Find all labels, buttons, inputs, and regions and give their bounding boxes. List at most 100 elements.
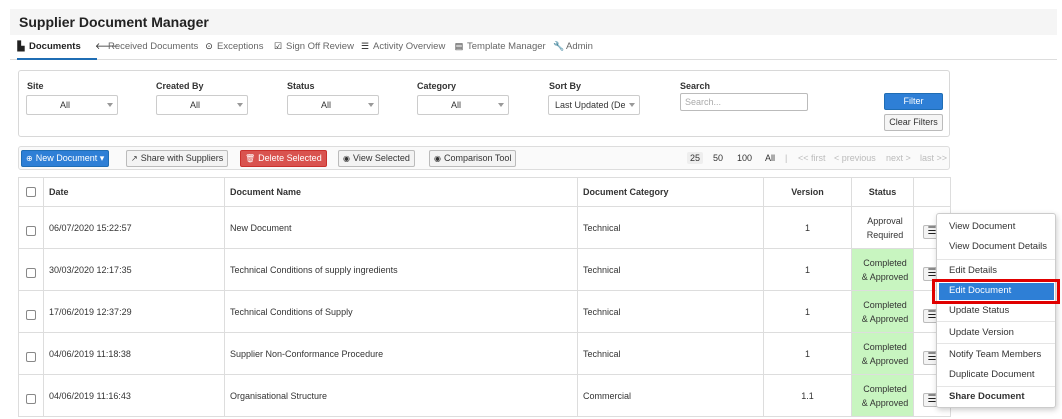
table-row: 04/06/2019 11:18:38 Supplier Non-Conform… (18, 332, 951, 375)
site-value: All (59, 100, 70, 110)
list-icon: ☰ (360, 41, 370, 51)
menu-view-document-details[interactable]: View Document Details (949, 241, 1047, 252)
page-size-25[interactable]: 25 (687, 152, 704, 164)
row-status: Completed & Approved (851, 374, 914, 417)
template-icon: ▤ (454, 41, 464, 51)
category-value: All (450, 100, 461, 110)
nav-received-documents[interactable]: 🡐Received Documents (95, 41, 198, 52)
row-checkbox[interactable] (26, 226, 36, 236)
row-document-name: Organisational Structure (224, 374, 578, 417)
plus-circle-icon: ⊕ (26, 154, 33, 163)
category-label: Category (417, 81, 457, 91)
row-date: 06/07/2020 15:22:57 (43, 206, 225, 249)
category-select[interactable]: All (417, 95, 509, 115)
nav-documents[interactable]: ▙ Documents (16, 41, 81, 52)
search-input[interactable]: Search... (680, 93, 808, 111)
chevron-down-icon (368, 103, 374, 107)
search-label: Search (680, 81, 711, 91)
status-line-2: & Approved (861, 313, 909, 324)
nav-exceptions[interactable]: ⊙ Exceptions (204, 41, 263, 52)
share-with-suppliers-button[interactable]: ↗ Share with Suppliers (126, 150, 229, 167)
row-document-name: Technical Conditions of Supply (224, 290, 578, 333)
nav-template-manager[interactable]: ▤ Template Manager (454, 41, 546, 52)
nav-activity-overview[interactable]: ☰ Activity Overview (360, 41, 445, 52)
row-checkbox[interactable] (26, 310, 36, 320)
main-nav: ▙ Documents 🡐Received Documents ⊙ Exceptio… (10, 36, 1057, 60)
header-date[interactable]: Date (43, 177, 225, 207)
table-row: 17/06/2019 12:37:29 Technical Conditions… (18, 290, 951, 333)
table-row: 30/03/2020 12:17:35 Technical Conditions… (18, 248, 951, 291)
menu-divider (937, 259, 1055, 260)
sort-by-select[interactable]: Last Updated (Desc (548, 95, 640, 115)
row-category: Commercial (577, 374, 764, 417)
nav-sign-off-review[interactable]: ☑ Sign Off Review (273, 41, 354, 52)
menu-duplicate-document[interactable]: Duplicate Document (949, 369, 1035, 380)
nav-label: Received Documents (108, 41, 199, 52)
next-page-link[interactable]: next > (886, 153, 911, 163)
clear-filters-button[interactable]: Clear Filters (884, 114, 943, 131)
menu-update-status[interactable]: Update Status (949, 305, 1009, 316)
page-size-all[interactable]: All (765, 153, 775, 163)
menu-update-version[interactable]: Update Version (949, 327, 1014, 338)
created-by-select[interactable]: All (156, 95, 248, 115)
table-header-row: Date Document Name Document Category Ver… (18, 177, 951, 207)
select-all-checkbox[interactable] (26, 187, 36, 197)
row-checkbox[interactable] (26, 268, 36, 278)
site-select[interactable]: All (26, 95, 118, 115)
row-status: Completed & Approved (851, 290, 914, 333)
menu-notify-team-members[interactable]: Notify Team Members (949, 349, 1041, 360)
page-size-100[interactable]: 100 (737, 153, 752, 163)
status-label: Status (287, 81, 315, 91)
menu-divider (937, 343, 1055, 344)
new-document-button[interactable]: ⊕ New Document ▾ (21, 150, 110, 167)
row-checkbox[interactable] (26, 394, 36, 404)
created-by-value: All (189, 100, 200, 110)
comparison-tool-button[interactable]: ◉ Comparison Tool (429, 150, 517, 167)
nav-label: Exceptions (217, 41, 264, 52)
sort-by-label: Sort By (549, 81, 582, 91)
documents-table: Date Document Name Document Category Ver… (18, 177, 951, 417)
chevron-down-icon (237, 103, 243, 107)
last-page-link[interactable]: last >> (920, 153, 947, 163)
trash-icon: 🗑 (245, 154, 256, 163)
row-version: 1.1 (763, 374, 852, 417)
row-version: 1 (763, 290, 852, 333)
status-line-1: Approval (867, 215, 903, 226)
menu-edit-details[interactable]: Edit Details (949, 265, 997, 276)
delete-selected-button[interactable]: 🗑 Delete Selected (240, 150, 327, 167)
status-line-2: & Approved (861, 397, 909, 408)
nav-label: Sign Off Review (286, 41, 354, 52)
table-row: 06/07/2020 15:22:57 New Document Technic… (18, 206, 951, 249)
status-value: All (320, 100, 331, 110)
menu-share-document[interactable]: Share Document (949, 391, 1025, 402)
status-line-1: Completed (863, 257, 907, 268)
row-category: Technical (577, 206, 764, 249)
wrench-icon: 🔧 (553, 41, 565, 51)
previous-page-link[interactable]: < previous (834, 153, 876, 163)
row-version: 1 (763, 248, 852, 291)
status-select[interactable]: All (287, 95, 379, 115)
filter-button[interactable]: Filter (884, 93, 943, 110)
row-select-cell (18, 374, 44, 417)
header-document-name[interactable]: Document Name (224, 177, 578, 207)
row-version: 1 (763, 206, 852, 249)
status-line-1: Completed (863, 341, 907, 352)
header-status[interactable]: Status (851, 177, 914, 207)
status-line-2: & Approved (861, 271, 909, 282)
check-square-icon: ☑ (273, 41, 283, 51)
page-size-50[interactable]: 50 (713, 153, 723, 163)
menu-view-document[interactable]: View Document (949, 221, 1015, 232)
delete-label: Delete Selected (258, 153, 322, 163)
first-page-link[interactable]: << first (798, 153, 826, 163)
menu-divider (937, 321, 1055, 322)
row-select-cell (18, 290, 44, 333)
row-date: 04/06/2019 11:16:43 (43, 374, 225, 417)
nav-admin[interactable]: 🔧 Admin (553, 41, 593, 52)
site-label: Site (27, 81, 44, 91)
row-version: 1 (763, 332, 852, 375)
header-version[interactable]: Version (763, 177, 852, 207)
view-selected-button[interactable]: ◉ View Selected (338, 150, 415, 167)
header-document-category[interactable]: Document Category (577, 177, 764, 207)
status-line-1: Completed (863, 299, 907, 310)
row-checkbox[interactable] (26, 352, 36, 362)
